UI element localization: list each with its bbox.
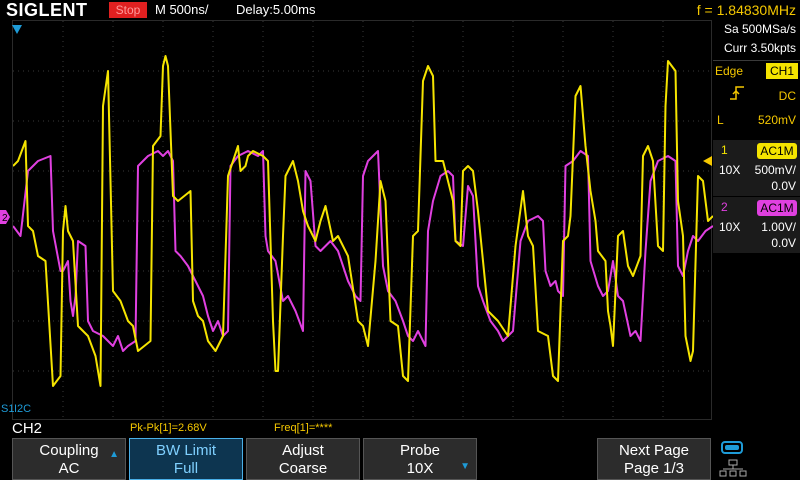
channel-2-probe: 10X xyxy=(719,220,741,234)
trigger-coupling: DC xyxy=(778,89,796,103)
next-page-softkey[interactable]: Next Page Page 1/3 xyxy=(597,438,711,480)
channel-1-info[interactable]: 1 AC1M 10X 500mV/ 0.0V xyxy=(713,140,800,196)
channel-2-number: 2 xyxy=(721,200,728,214)
softkey-menu: Coupling AC ▲ BW Limit Full Adjust Coars… xyxy=(0,438,800,480)
empty-softkey-slot xyxy=(480,438,594,480)
next-page-title: Next Page xyxy=(618,442,690,459)
probe-title: Probe xyxy=(399,442,441,459)
waveform-graticule xyxy=(13,21,713,421)
sample-rate: Sa 500MSa/s xyxy=(723,22,796,36)
delay-readout: Delay:5.00ms xyxy=(236,2,316,17)
frequency-readout: f = 1.84830MHz xyxy=(696,2,796,18)
trigger-level-value: 520mV xyxy=(757,113,796,127)
channel-2-coupling: AC1M xyxy=(757,200,797,216)
coupling-softkey[interactable]: Coupling AC ▲ xyxy=(12,438,126,480)
channel-1-probe: 10X xyxy=(719,163,741,177)
right-info-panel: Sa 500MSa/s Curr 3.50kpts Edge CH1 DC L … xyxy=(713,20,800,420)
measurement-bar: CH2 Pk-Pk[1]=2.68V Freq[1]=**** xyxy=(0,420,800,438)
channel-2-scale: 1.00V/ xyxy=(761,220,796,234)
bw-limit-title: BW Limit xyxy=(156,442,216,459)
trigger-position-marker[interactable] xyxy=(12,25,22,34)
adjust-value: Coarse xyxy=(278,460,328,477)
run-state-badge[interactable]: Stop xyxy=(109,2,147,18)
network-icon xyxy=(719,441,747,477)
decode-protocol-label: I2C xyxy=(14,403,32,415)
channel-2-offset: 0.0V xyxy=(771,236,796,250)
active-channel-label: CH2 xyxy=(12,420,43,437)
trigger-level-marker[interactable] xyxy=(703,156,712,166)
rising-edge-icon xyxy=(730,86,744,100)
bw-limit-value: Full xyxy=(173,460,199,477)
top-status-bar: SIGLENT Stop M 500ns/ Delay:5.00ms f = 1… xyxy=(0,0,800,20)
coupling-value: AC xyxy=(58,460,80,477)
divider xyxy=(713,60,800,61)
next-page-value: Page 1/3 xyxy=(623,460,685,477)
waveform-display[interactable] xyxy=(12,20,713,421)
probe-softkey[interactable]: Probe 10X ▼ xyxy=(363,438,477,480)
timebase-readout: M 500ns/ xyxy=(155,2,209,17)
channel-1-offset: 0.0V xyxy=(771,179,796,193)
channel-1-scale: 500mV/ xyxy=(754,163,796,177)
brand-logo: SIGLENT xyxy=(6,0,88,20)
down-arrow-icon: ▼ xyxy=(460,461,470,472)
bw-limit-softkey[interactable]: BW Limit Full xyxy=(129,438,243,480)
svg-text:2: 2 xyxy=(2,213,8,224)
channel-1-number: 1 xyxy=(721,143,728,157)
trigger-source-badge[interactable]: CH1 xyxy=(766,63,798,79)
decode-bus-label: S1 xyxy=(1,403,15,415)
memory-depth: Curr 3.50kpts xyxy=(723,41,796,55)
adjust-softkey[interactable]: Adjust Coarse xyxy=(246,438,360,480)
adjust-title: Adjust xyxy=(282,442,324,459)
freq-measurement: Freq[1]=**** xyxy=(274,422,333,434)
ch2-offset-marker[interactable]: 2 xyxy=(0,210,10,224)
channel-2-info[interactable]: 2 AC1M 10X 1.00V/ 0.0V xyxy=(713,197,800,253)
pkpk-measurement: Pk-Pk[1]=2.68V xyxy=(130,422,207,434)
trigger-level-label: L xyxy=(717,113,724,127)
up-arrow-icon: ▲ xyxy=(109,449,119,460)
trigger-type: Edge xyxy=(715,64,744,78)
channel-1-coupling: AC1M xyxy=(757,143,797,159)
